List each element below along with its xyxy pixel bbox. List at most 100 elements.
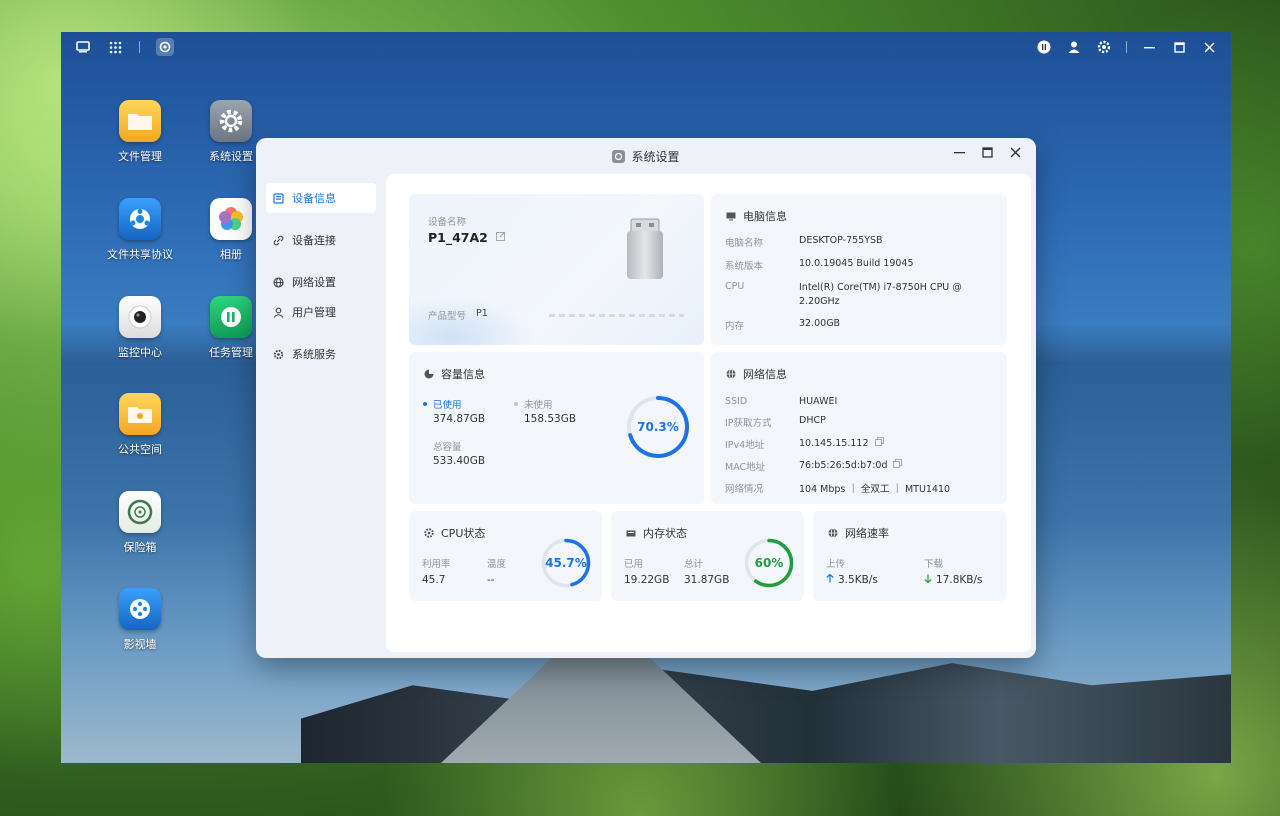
pc-info-title: 电脑信息 [743, 210, 787, 223]
memory-icon [625, 528, 636, 539]
sidebar-item-network-settings[interactable]: 网络设置 [266, 267, 376, 297]
minimize-icon[interactable] [1141, 39, 1157, 55]
sidebar-item-label: 网络设置 [292, 276, 336, 289]
network-speed-card: 网络速率 上传 3.5KB/s 下载 17.8KB/s [813, 511, 1007, 601]
arrow-up-icon [826, 573, 834, 586]
desktop-app-label: 文件管理 [118, 150, 162, 163]
copy-icon[interactable] [874, 437, 884, 449]
arrow-down-icon [924, 574, 932, 586]
model-label: 产品型号 [428, 311, 467, 322]
desktop-app-monitor[interactable]: 监控中心 [100, 296, 180, 360]
capacity-ring: 70.3% [625, 394, 691, 460]
cpu-percent: 45.7% [545, 556, 587, 570]
computer-icon [725, 211, 736, 222]
sidebar-item-label: 设备连接 [292, 234, 336, 247]
device-name: P1_47A2 [428, 230, 488, 245]
copy-icon[interactable] [893, 459, 903, 471]
user-icon [272, 306, 284, 318]
sidebar-item-label: 系统服务 [292, 348, 336, 361]
desktop-app-label: 保险箱 [123, 541, 157, 554]
folder-icon [119, 100, 161, 142]
cpu-temp-label: 温度 [487, 559, 507, 570]
service-icon [272, 348, 284, 360]
globe-icon [272, 276, 284, 288]
memory-total-value: 31.87GB [684, 574, 730, 586]
capacity-percent: 70.3% [637, 420, 679, 434]
device-icon [272, 192, 284, 204]
settings-app-icon [612, 149, 626, 163]
free-legend-dot [514, 402, 518, 406]
desktop-app-film-wall[interactable]: 影视墙 [100, 588, 180, 652]
upload-value: 3.5KB/s [838, 574, 878, 586]
sidebar-item-device-connect[interactable]: 设备连接 [266, 225, 376, 255]
photos-icon [210, 198, 252, 240]
cpu-ring: 45.7% [540, 537, 592, 589]
desktop-app-file-share[interactable]: 文件共享协议 [100, 198, 180, 262]
settings-sidebar: 设备信息 设备连接 网络设置 用户管理 系统服务 [266, 183, 376, 381]
window-minimize-icon[interactable] [952, 147, 966, 162]
memory-status-title: 内存状态 [643, 527, 687, 540]
network-info-row: SSID HUAWEI [725, 396, 838, 407]
user-icon[interactable] [1066, 39, 1082, 55]
memory-used-value: 19.22GB [624, 574, 670, 586]
film-icon [119, 588, 161, 630]
gear-icon[interactable] [1096, 39, 1112, 55]
sidebar-item-user-management[interactable]: 用户管理 [266, 297, 376, 327]
topbar-divider [1126, 41, 1127, 53]
capacity-title: 容量信息 [441, 368, 485, 381]
apps-grid-icon[interactable] [107, 39, 123, 55]
window-title: 系统设置 [631, 149, 680, 164]
network-info-row: IP获取方式 DHCP [725, 415, 826, 429]
network-icon [725, 369, 736, 380]
window-titlebar[interactable]: 系统设置 [256, 138, 1036, 174]
network-info-row: MAC地址 76:b5:26:5d:b7:0d [725, 459, 1000, 473]
public-folder-icon [119, 393, 161, 435]
cpu-usage-label: 利用率 [422, 559, 451, 570]
gear-icon [210, 100, 252, 142]
camera-icon [119, 296, 161, 338]
pc-info-row: CPU Intel(R) Core(TM) i7-8750H CPU @ 2.20… [725, 281, 962, 307]
cpu-temp-value: -- [487, 574, 495, 586]
desktop-app-label: 公共空间 [118, 443, 162, 456]
upload-label: 上传 [826, 559, 846, 570]
close-icon[interactable] [1201, 39, 1217, 55]
settings-app-icon[interactable] [156, 38, 174, 56]
link-icon [272, 234, 284, 246]
pie-chart-icon [423, 369, 434, 380]
pc-info-row: 系统版本 10.0.19045 Build 19045 [725, 258, 914, 272]
desktop-icon[interactable] [75, 39, 91, 55]
decorative-strip [549, 314, 684, 317]
memory-used-label: 已用 [624, 559, 644, 570]
window-maximize-icon[interactable] [980, 147, 994, 162]
desktop-app-label: 影视墙 [123, 638, 157, 651]
network-info-row: IPv4地址 10.145.15.112 [725, 437, 1000, 451]
task-icon [210, 296, 252, 338]
desktop-app-file-manager[interactable]: 文件管理 [100, 100, 180, 164]
pc-info-row: 内存 32.00GB [725, 318, 841, 332]
memory-percent: 60% [754, 556, 784, 570]
capacity-card: 容量信息 已使用 374.87GB 未使用 158.53GB 总容量 533.4… [409, 352, 704, 504]
maximize-icon[interactable] [1171, 39, 1187, 55]
pc-info-card: 电脑信息 电脑名称 DESKTOP-755YSB 系统版本 10.0.19045 B… [711, 194, 1007, 345]
desktop-app-label: 文件共享协议 [107, 248, 173, 261]
window-close-icon[interactable] [1008, 147, 1022, 162]
desktop-app-public-space[interactable]: 公共空间 [100, 393, 180, 457]
cpu-icon [423, 528, 434, 539]
info-icon[interactable] [1036, 39, 1052, 55]
free-label: 未使用 [524, 400, 553, 411]
desktop-app-safe[interactable]: 保险箱 [100, 491, 180, 555]
network-info-title: 网络信息 [743, 368, 787, 381]
used-label: 已使用 [433, 400, 462, 411]
download-value: 17.8KB/s [936, 574, 983, 586]
system-settings-window: 系统设置 设备信息 设备连接 网络设置 用户管理 系统服务 设备名称 P1_47… [256, 138, 1036, 658]
sidebar-item-label: 用户管理 [292, 306, 336, 319]
network-icon [827, 528, 838, 539]
free-value: 158.53GB [524, 413, 577, 425]
device-card: 设备名称 P1_47A2 产品型号 P1 [409, 194, 704, 345]
sidebar-item-system-services[interactable]: 系统服务 [266, 339, 376, 369]
edit-icon[interactable] [495, 231, 506, 244]
network-info-row: 网络情况 104 Mbps ｜ 全双工 ｜ MTU1410 [725, 484, 951, 495]
sidebar-item-label: 设备信息 [292, 192, 336, 205]
network-info-card: 网络信息 SSID HUAWEI IP获取方式 DHCP IPv4地址 10.145.… [711, 352, 1007, 504]
sidebar-item-device-info[interactable]: 设备信息 [266, 183, 376, 213]
